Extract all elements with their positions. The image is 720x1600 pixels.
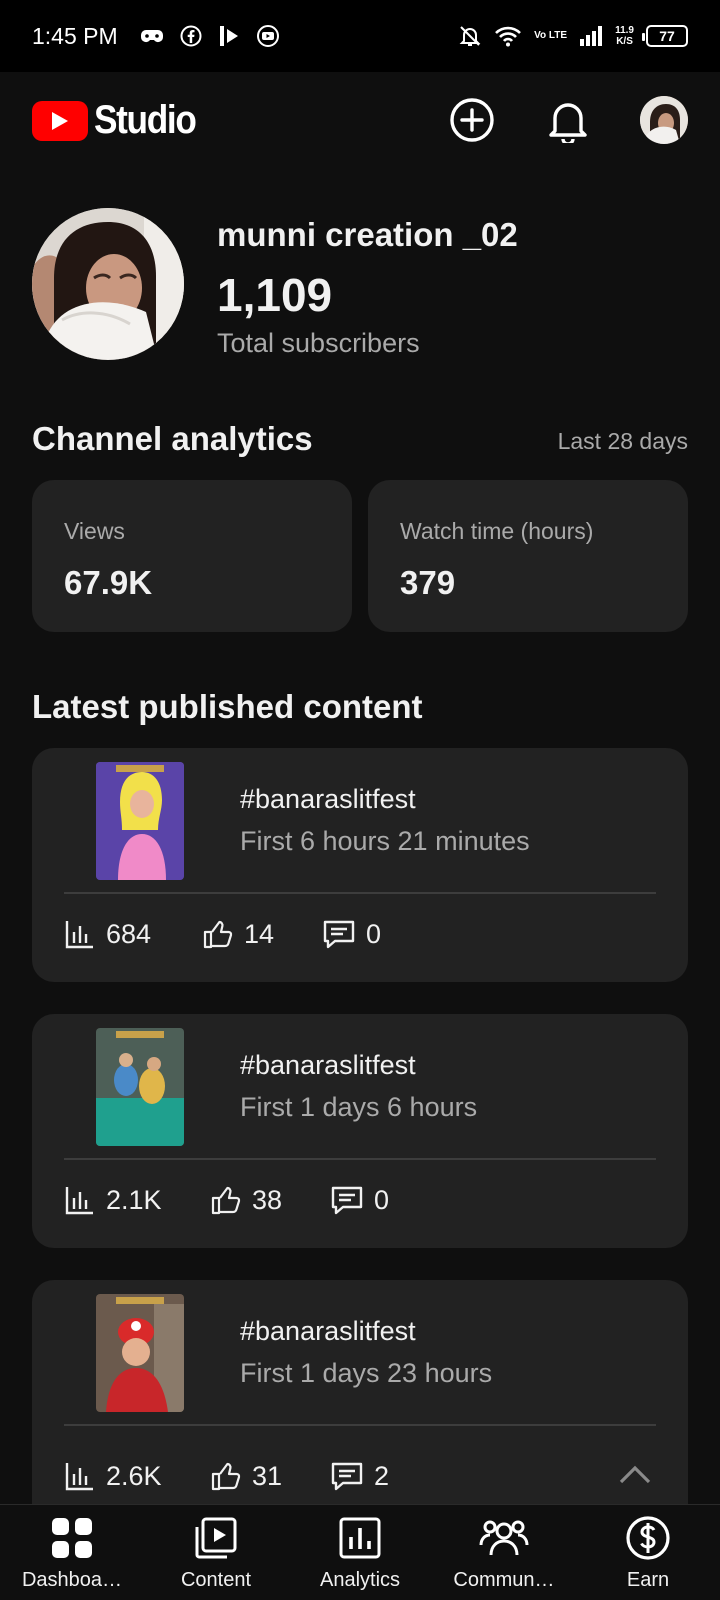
comment-icon — [331, 1462, 363, 1491]
nav-label: Earn — [626, 1569, 670, 1591]
channel-avatar[interactable] — [32, 208, 184, 360]
create-button[interactable] — [448, 96, 496, 144]
bar-chart-icon — [65, 1463, 93, 1491]
divider — [64, 1158, 656, 1160]
likes-count: 14 — [244, 918, 275, 949]
comment-icon — [323, 920, 355, 949]
watch-time-card[interactable]: Watch time (hours) 379 — [368, 480, 688, 632]
channel-analytics-title: Channel analytics — [32, 420, 313, 457]
video-subtitle: First 6 hours 21 minutes — [240, 826, 530, 856]
bell-off-icon — [459, 26, 481, 46]
game-controller-icon — [140, 30, 163, 43]
comments-count: 2 — [374, 1460, 390, 1491]
thumb-up-icon — [203, 920, 233, 949]
nav-label: Analytics — [319, 1569, 401, 1591]
notifications-button[interactable] — [544, 96, 592, 144]
net-speed-unit: K/S — [616, 36, 633, 47]
youtube-studio-icon — [256, 25, 279, 47]
nav-community[interactable]: Commun… — [432, 1513, 576, 1600]
video-title: #banaraslitfest — [240, 784, 416, 814]
collapse-button[interactable] — [618, 1462, 652, 1491]
app-bar: Studio — [0, 72, 720, 172]
content-card[interactable]: #banaraslitfest First 1 days 6 hours 2.1… — [32, 1014, 688, 1248]
thumb-up-icon — [211, 1462, 241, 1491]
comments-metric: 0 — [330, 1184, 389, 1216]
comments-metric: 2 — [330, 1460, 389, 1492]
bar-chart-icon — [65, 921, 93, 949]
stat-label: Watch time (hours) — [400, 518, 594, 544]
nav-label: Dashboa… — [21, 1569, 123, 1591]
stat-value: 379 — [400, 564, 456, 601]
content-icon — [195, 1517, 237, 1559]
facebook-icon — [180, 25, 202, 47]
bar-chart-icon — [65, 1187, 93, 1215]
bell-icon — [549, 103, 587, 143]
community-icon — [479, 1520, 529, 1556]
status-time: 1:45 PM — [32, 22, 118, 49]
video-thumbnail[interactable] — [96, 1294, 184, 1412]
subscriber-count: 1,109 — [217, 269, 333, 321]
nav-content[interactable]: Content — [144, 1513, 288, 1600]
comments-count: 0 — [366, 918, 382, 949]
subscriber-label: Total subscribers — [217, 328, 420, 358]
divider — [64, 892, 656, 894]
likes-count: 38 — [252, 1184, 283, 1215]
bottom-nav: Dashboa… Content Analytics Commun… Earn — [0, 1504, 720, 1600]
comment-icon — [331, 1186, 363, 1215]
comments-metric: 0 — [322, 918, 381, 950]
nav-analytics[interactable]: Analytics — [288, 1513, 432, 1600]
add-circle-icon — [450, 98, 494, 142]
video-thumbnail[interactable] — [96, 1028, 184, 1146]
thumb-up-icon — [211, 1186, 241, 1215]
status-bar: 1:45 PM Vo LTE 11.9 K/S 77 — [0, 0, 720, 72]
chevron-up-icon — [619, 1465, 651, 1484]
studio-logo: Studio — [32, 98, 209, 143]
video-app-icon — [219, 26, 238, 46]
video-subtitle: First 1 days 23 hours — [240, 1358, 493, 1388]
analytics-icon — [339, 1517, 381, 1559]
likes-metric: 31 — [210, 1460, 282, 1492]
signal-icon — [580, 26, 603, 46]
views-metric: 2.6K — [64, 1460, 162, 1492]
video-subtitle: First 1 days 6 hours — [240, 1092, 478, 1122]
views-count: 2.1K — [106, 1184, 162, 1215]
account-avatar[interactable] — [640, 96, 688, 144]
stat-value: 67.9K — [64, 564, 153, 601]
volte-indicator: Vo LTE — [534, 30, 568, 41]
nav-label: Content — [180, 1569, 252, 1591]
stat-label: Views — [64, 518, 125, 544]
wifi-icon — [495, 26, 522, 47]
earn-icon — [626, 1516, 670, 1560]
dashboard-icon — [52, 1518, 92, 1558]
net-speed: 11.9 K/S — [615, 25, 634, 47]
divider — [64, 1424, 656, 1426]
likes-count: 31 — [252, 1460, 283, 1491]
nav-label: Commun… — [453, 1569, 555, 1591]
analytics-range[interactable]: Last 28 days — [558, 428, 688, 455]
video-title: #banaraslitfest — [240, 1050, 416, 1080]
views-card[interactable]: Views 67.9K — [32, 480, 352, 632]
video-title: #banaraslitfest — [240, 1316, 416, 1346]
views-metric: 2.1K — [64, 1184, 162, 1216]
content-card[interactable]: #banaraslitfest First 6 hours 21 minutes… — [32, 748, 688, 982]
video-thumbnail[interactable] — [96, 762, 184, 880]
battery-indicator: 77 — [642, 25, 688, 47]
youtube-logo-icon — [32, 100, 88, 141]
views-count: 684 — [106, 918, 152, 949]
logo-text: Studio — [94, 98, 197, 142]
content-card[interactable]: #banaraslitfest First 1 days 23 hours 2.… — [32, 1280, 688, 1504]
views-metric: 684 — [64, 918, 151, 950]
channel-name: munni creation _02 — [217, 216, 518, 253]
comments-count: 0 — [374, 1184, 390, 1215]
latest-content-title: Latest published content — [32, 688, 423, 725]
views-count: 2.6K — [106, 1460, 162, 1491]
likes-metric: 14 — [202, 918, 274, 950]
likes-metric: 38 — [210, 1184, 282, 1216]
channel-profile: munni creation _02 1,109 Total subscribe… — [32, 208, 688, 360]
nav-dashboard[interactable]: Dashboa… — [0, 1513, 144, 1600]
net-speed-value: 11.9 — [615, 25, 634, 36]
nav-earn[interactable]: Earn — [576, 1513, 720, 1600]
